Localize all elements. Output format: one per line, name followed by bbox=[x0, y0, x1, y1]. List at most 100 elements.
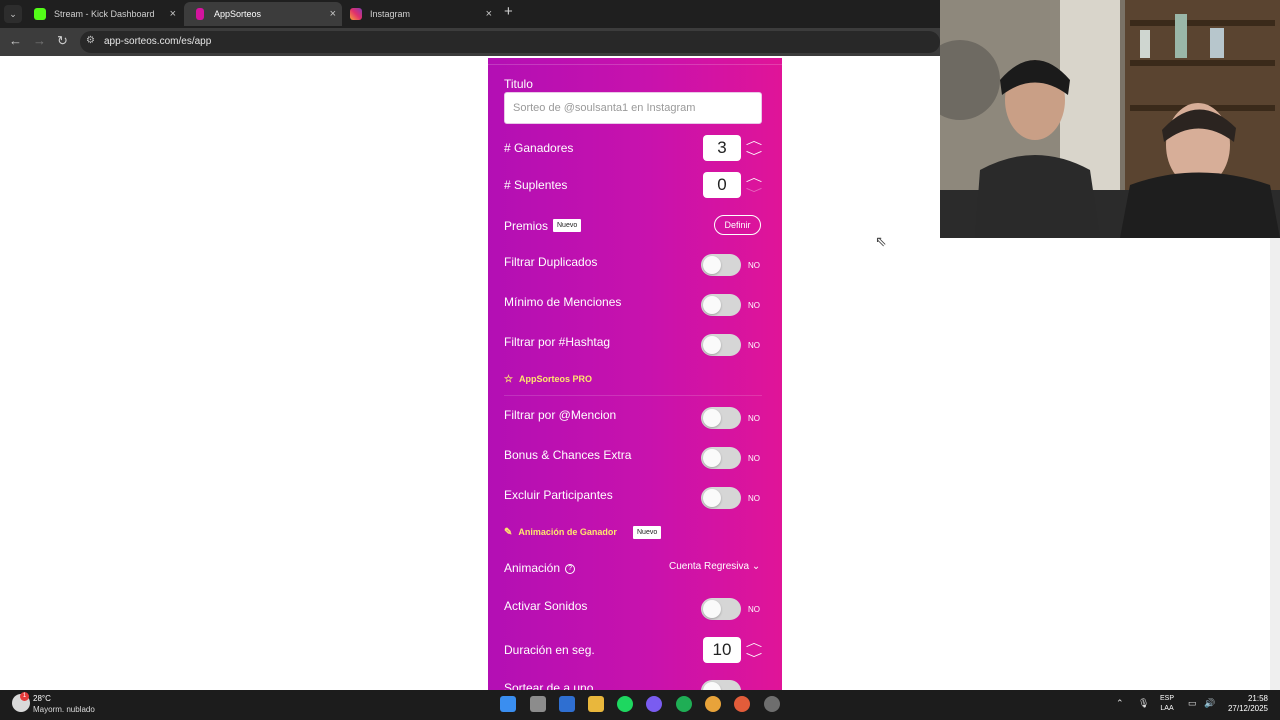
mouse-cursor-icon: ⇖ bbox=[875, 233, 887, 249]
kick-app-icon[interactable] bbox=[676, 696, 692, 712]
min-mentions-label: Mínimo de Menciones bbox=[504, 295, 622, 309]
animation-label: Animación bbox=[504, 561, 561, 575]
clock-time: 21:58 bbox=[1247, 694, 1268, 703]
help-icon[interactable]: ? bbox=[565, 563, 576, 574]
filter-mention-toggle[interactable] bbox=[701, 407, 741, 429]
toggle-state-text: NO bbox=[748, 261, 760, 270]
language-indicator[interactable]: ESP LAA bbox=[1160, 694, 1174, 714]
volume-icon[interactable]: 🔊 bbox=[1204, 698, 1215, 709]
toggle-state-text: NO bbox=[748, 301, 760, 310]
tab-instagram[interactable]: Instagram × bbox=[340, 2, 498, 26]
kick-icon bbox=[34, 8, 46, 20]
sounds-toggle[interactable] bbox=[701, 598, 741, 620]
toggle-knob bbox=[703, 256, 721, 274]
lang-line2: LAA bbox=[1160, 705, 1174, 712]
toggle-knob bbox=[703, 600, 721, 618]
task-view-icon[interactable] bbox=[530, 696, 546, 712]
bonus-label: Bonus & Chances Extra bbox=[504, 448, 632, 462]
pro-section-label: AppSorteos PRO bbox=[518, 374, 592, 384]
one-by-one-label: Sortear de a uno bbox=[504, 681, 594, 690]
discord-icon[interactable] bbox=[646, 696, 662, 712]
sounds-label: Activar Sonidos bbox=[504, 599, 588, 613]
duration-increment-icon[interactable]: ︿ bbox=[744, 637, 765, 649]
animation-select[interactable]: Cuenta Regresiva ⌄ bbox=[669, 561, 760, 572]
toggle-state-text: NO bbox=[748, 494, 760, 503]
filter-duplicates-label: Filtrar Duplicados bbox=[504, 255, 598, 269]
toggle-knob bbox=[703, 449, 721, 467]
one-by-one-toggle[interactable] bbox=[701, 680, 741, 690]
exclude-participants-label: Excluir Participantes bbox=[504, 488, 613, 502]
toggle-knob bbox=[703, 336, 721, 354]
filter-duplicates-toggle[interactable] bbox=[701, 254, 741, 276]
title-input[interactable] bbox=[504, 92, 762, 124]
address-bar[interactable]: ⚙ app-sorteos.com/es/app bbox=[80, 31, 940, 53]
toggle-state-text: NO bbox=[748, 454, 760, 463]
obs-icon[interactable] bbox=[764, 696, 780, 712]
exclude-participants-toggle[interactable] bbox=[701, 487, 741, 509]
toggle-knob bbox=[703, 409, 721, 427]
chrome-icon[interactable] bbox=[705, 696, 721, 712]
duration-label: Duración en seg. bbox=[504, 643, 595, 657]
spotify-icon[interactable] bbox=[617, 696, 633, 712]
file-explorer-icon[interactable] bbox=[588, 696, 604, 712]
pencil-icon: ✎ bbox=[504, 527, 513, 538]
lang-line1: ESP bbox=[1160, 695, 1175, 702]
winners-increment-icon[interactable]: ︿ bbox=[744, 135, 765, 147]
substitutes-decrement-icon[interactable]: ﹀ bbox=[744, 188, 765, 200]
substitutes-label: # Suplentes bbox=[504, 178, 568, 192]
pro-section-title: ☆ AppSorteos PRO bbox=[504, 374, 592, 385]
substitutes-value[interactable]: 0 bbox=[703, 172, 741, 198]
site-info-icon[interactable]: ⚙ bbox=[86, 35, 95, 46]
tab-kick-dashboard[interactable]: Stream - Kick Dashboard × bbox=[24, 2, 182, 26]
bonus-toggle[interactable] bbox=[701, 447, 741, 469]
define-prizes-button[interactable]: Definir bbox=[714, 215, 761, 235]
toggle-state-text: NO bbox=[748, 414, 760, 423]
appsorteos-icon bbox=[196, 8, 204, 20]
star-icon: ☆ bbox=[504, 374, 513, 385]
winners-value[interactable]: 3 bbox=[703, 135, 741, 161]
substitutes-increment-icon[interactable]: ︿ bbox=[744, 172, 765, 184]
chrome-profile-icon[interactable] bbox=[734, 696, 750, 712]
filter-hashtag-toggle[interactable] bbox=[701, 334, 741, 356]
new-tab-button[interactable]: + bbox=[504, 3, 513, 20]
reload-icon[interactable]: ↻ bbox=[57, 33, 68, 49]
winners-decrement-icon[interactable]: ﹀ bbox=[744, 151, 765, 163]
forward-arrow-icon[interactable]: → bbox=[33, 33, 46, 48]
instagram-icon bbox=[350, 8, 362, 20]
new-badge: Nuevo bbox=[633, 526, 662, 539]
back-arrow-icon[interactable]: ← bbox=[9, 33, 22, 48]
min-mentions-toggle[interactable] bbox=[701, 294, 741, 316]
animation-row-label: Animación? bbox=[504, 561, 576, 575]
duration-decrement-icon[interactable]: ﹀ bbox=[744, 653, 765, 665]
filter-hashtag-label: Filtrar por #Hashtag bbox=[504, 335, 611, 349]
toggle-state-text: NO bbox=[748, 605, 760, 614]
close-tab-icon[interactable]: × bbox=[486, 2, 492, 26]
filter-mention-label: Filtrar por @Mencion bbox=[504, 408, 617, 422]
network-icon[interactable]: ▭ bbox=[1188, 698, 1197, 709]
clock-date: 27/12/2025 bbox=[1227, 704, 1268, 713]
close-tab-icon[interactable]: × bbox=[170, 2, 176, 26]
url-text: app-sorteos.com/es/app bbox=[104, 36, 212, 47]
toggle-state-text: NO bbox=[748, 341, 760, 350]
tab-search-dropdown[interactable]: ⌄ bbox=[4, 5, 22, 23]
animation-select-value: Cuenta Regresiva bbox=[669, 561, 750, 572]
toggle-knob bbox=[703, 682, 721, 690]
start-icon[interactable] bbox=[500, 696, 516, 712]
panel-divider bbox=[488, 64, 782, 65]
outlook-icon[interactable] bbox=[559, 696, 575, 712]
tray-expand-icon[interactable]: ⌃ bbox=[1116, 698, 1124, 709]
tab-label: Stream - Kick Dashboard bbox=[54, 9, 155, 19]
winners-label: # Ganadores bbox=[504, 141, 574, 155]
tab-appsorteos[interactable]: AppSorteos × bbox=[184, 2, 342, 26]
clock[interactable]: 21:58 27/12/2025 bbox=[1226, 694, 1268, 714]
close-tab-icon[interactable]: × bbox=[330, 2, 336, 26]
duration-value[interactable]: 10 bbox=[703, 637, 741, 663]
title-label: Titulo bbox=[504, 77, 533, 91]
browser-nav-bar: ← → ↻ ⚙ app-sorteos.com/es/app bbox=[0, 28, 940, 56]
microphone-icon[interactable]: 🎙 bbox=[1138, 698, 1149, 709]
page-scrollbar-area bbox=[1270, 238, 1280, 690]
toggle-knob bbox=[703, 489, 721, 507]
animation-section-title: ✎ Animación de Ganador bbox=[504, 527, 617, 538]
section-divider bbox=[504, 395, 762, 396]
giveaway-settings-panel: Titulo # Ganadores 3 ︿ ﹀ # Suplentes 0 ︿… bbox=[488, 58, 782, 690]
